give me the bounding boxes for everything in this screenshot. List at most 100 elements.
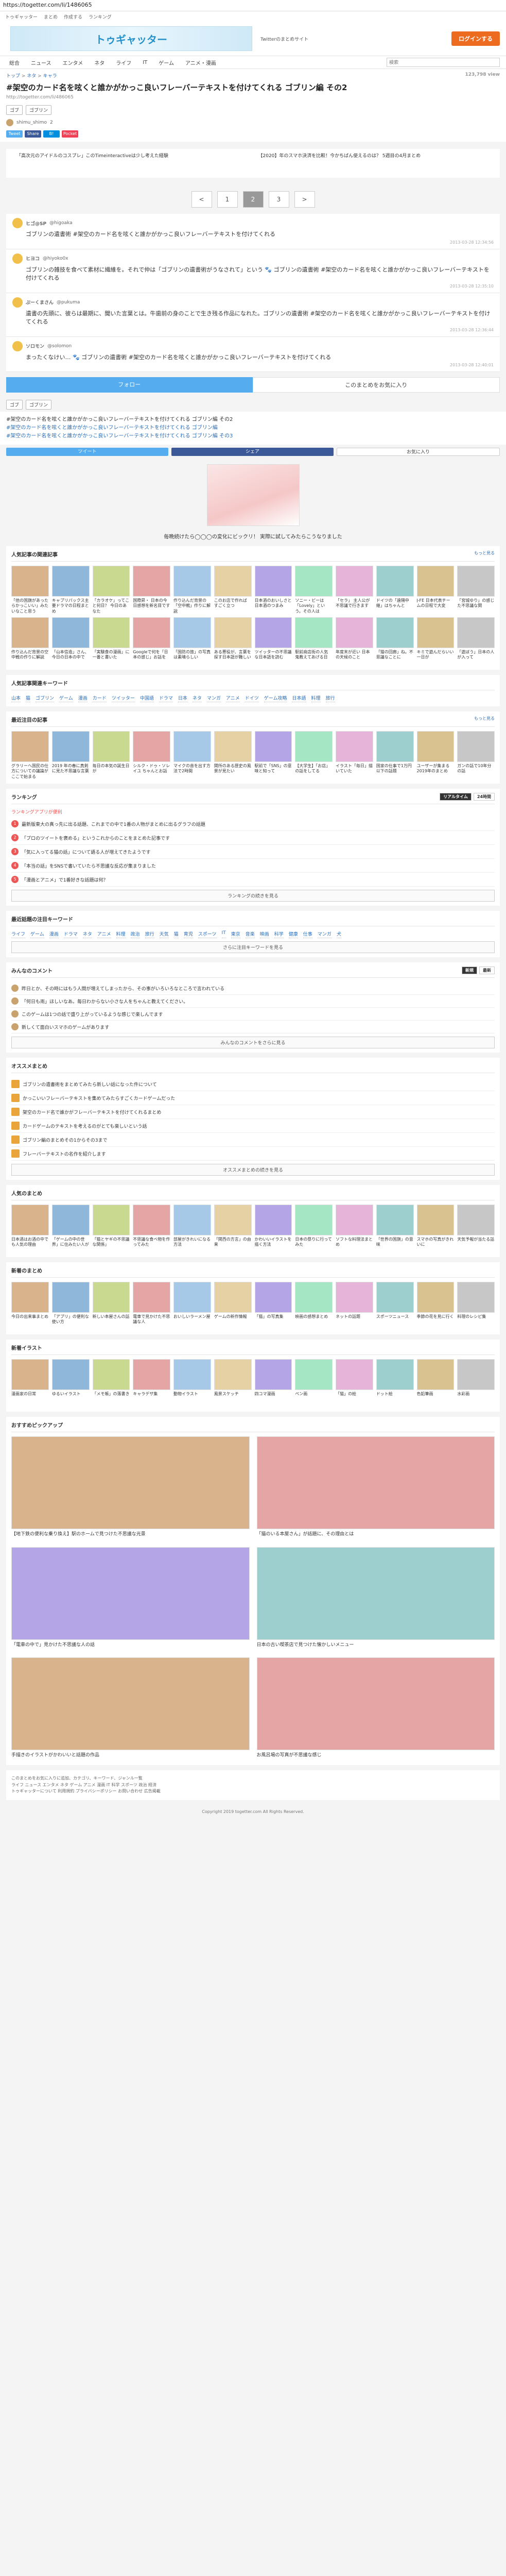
article-thumbnail[interactable] xyxy=(295,1359,333,1390)
article-thumbnail[interactable] xyxy=(457,1282,495,1313)
article-card[interactable]: 「世界の国旗」の意味 xyxy=(376,1205,414,1253)
keyword-link[interactable]: 旅行 xyxy=(145,930,154,938)
ranking-title[interactable]: 最新版東大の真っ先に出る話題、これまでの中で1番の人物がまとめに出るグラフの話題 xyxy=(22,821,205,827)
article-caption[interactable]: 今日の出来事まとめ xyxy=(11,1313,49,1330)
tweet-time[interactable]: 2013-03-28 12:34:56 xyxy=(12,240,494,245)
article-thumbnail[interactable] xyxy=(376,566,414,597)
article-card[interactable]: 電車で見かけた不思議な人 xyxy=(133,1282,170,1330)
article-caption[interactable]: キャプリパックス主要ドラマの日程まとめ xyxy=(52,597,90,614)
avatar[interactable] xyxy=(11,985,19,992)
article-caption[interactable]: 動物イラスト xyxy=(173,1390,211,1408)
article-caption[interactable]: ツイッターの不思議な日本語を読む xyxy=(255,648,292,666)
share-button[interactable]: Tweet xyxy=(6,130,23,138)
article-card[interactable]: 作り込んだ背景の空中戦の作りに解説 xyxy=(11,617,49,666)
article-thumbnail[interactable] xyxy=(92,617,130,648)
article-card[interactable]: おいしいラーメン屋 xyxy=(173,1282,211,1330)
article-caption[interactable]: ある悪役が、言葉を探す日本語が難しい xyxy=(214,648,252,666)
keyword-link[interactable]: カード xyxy=(92,694,107,702)
article-caption[interactable]: 四コマ漫画 xyxy=(255,1390,292,1408)
keyword-link[interactable]: 猫 xyxy=(173,930,179,938)
recommend-title[interactable]: かっこいいフレーバーテキストを集めてみたらすごくカードゲームだった xyxy=(23,1095,175,1101)
article-caption[interactable]: スポーツニュース xyxy=(376,1313,414,1330)
article-card[interactable]: 駅前で「SNS」の意味と知って xyxy=(254,731,292,779)
follow-button[interactable]: フォロー xyxy=(6,377,253,393)
tag[interactable]: ゴブ xyxy=(6,105,23,115)
recommend-item[interactable]: カードゲームのテキストを考えるのがとても楽しいという話 xyxy=(11,1119,495,1133)
article-card[interactable]: ソニー・ビーは「Lovely」という。その人は xyxy=(295,566,333,614)
article-card[interactable]: 作り込んだ背景の「空中戦」作りに解説 xyxy=(173,566,211,614)
article-caption[interactable]: 「メモ帳」の落書き xyxy=(93,1390,130,1408)
article-caption[interactable]: 国際昇・ 日本の今日感想を新名目です xyxy=(133,597,170,614)
tweet-user[interactable]: ヒゴ@SP xyxy=(26,220,46,227)
article-caption[interactable]: 国家の仕事で1万円以下の話題 xyxy=(376,762,414,779)
article-card[interactable]: 毎日の本気の誕生日が xyxy=(92,731,130,779)
article-caption[interactable]: 「遊ぼう」日本の人が入って xyxy=(457,648,495,666)
article-caption[interactable]: 色鉛筆画 xyxy=(417,1390,455,1408)
article-caption[interactable]: このお店で作れば すごく立つ xyxy=(214,597,252,614)
article-card[interactable]: イラスト「毎日」描いていた xyxy=(336,731,373,779)
article-caption[interactable]: 料理のレシピ集 xyxy=(457,1313,495,1330)
keyword-link[interactable]: ゲーム xyxy=(30,930,44,938)
footer-line[interactable]: トゥギャッターについて 利用規約 プライバシーポリシー お問い合わせ 広告掲載 xyxy=(11,1788,495,1795)
page-prev-button[interactable]: < xyxy=(191,191,212,208)
article-thumbnail[interactable] xyxy=(254,731,292,762)
article-thumbnail[interactable] xyxy=(457,1205,495,1235)
article-card[interactable]: ネットの話題 xyxy=(336,1282,373,1330)
comments-more-button[interactable]: みんなのコメントをさらに見る xyxy=(11,1037,495,1048)
article-card[interactable]: ペン画 xyxy=(295,1359,333,1408)
article-thumbnail[interactable] xyxy=(173,1205,211,1235)
article-caption[interactable]: キャラデザ集 xyxy=(133,1390,170,1408)
page-next-button[interactable]: > xyxy=(294,191,315,208)
recommend-title[interactable]: ゴブリンの遺書術をまとめてみたら新しい話になった件について xyxy=(23,1081,157,1088)
article-card[interactable]: 「カラオケ」ってこと何日？ 今日のあなた xyxy=(92,566,130,614)
article-thumbnail[interactable] xyxy=(376,1282,414,1313)
article-thumbnail[interactable] xyxy=(133,731,170,762)
article-thumbnail[interactable] xyxy=(254,1282,292,1313)
keyword-link[interactable]: IT xyxy=(221,930,226,938)
article-caption[interactable]: 作り込んだ背景の「空中戦」作りに解説 xyxy=(173,597,211,614)
article-thumbnail[interactable] xyxy=(214,731,252,762)
feature-card[interactable]: 手描きのイラストがかわいいと話題の作品 xyxy=(11,1657,250,1761)
keyword-link[interactable]: 犬 xyxy=(336,930,341,938)
keyword-more-button[interactable]: さらに注目キーワードを見る xyxy=(11,941,495,953)
article-card[interactable]: 漫画家の日常 xyxy=(11,1359,49,1408)
avatar[interactable] xyxy=(11,1023,19,1030)
article-card[interactable]: 日本酒はお酒の中でも人気の理由 xyxy=(11,1205,49,1253)
article-card[interactable]: キャプリパックス主要ドラマの日程まとめ xyxy=(51,566,90,614)
nav-item[interactable]: エンタメ xyxy=(60,58,86,67)
recommend-item[interactable]: ゴブリンの遺書術をまとめてみたら新しい話になった件について xyxy=(11,1077,495,1091)
page-url[interactable]: http://togetter.com/li/486065 xyxy=(0,94,506,103)
article-card[interactable]: かわいいイラストを描く方法 xyxy=(254,1205,292,1253)
breadcrumb-item[interactable]: ネタ xyxy=(27,74,36,79)
footer-line[interactable]: このまとめをお気に入りに追加、カテゴリ、キーワード、ジャンル一覧 xyxy=(11,1775,495,1782)
feature-caption[interactable]: 「猫のいる本屋さん」が話題に、その理由とは xyxy=(257,1529,495,1540)
keyword-link[interactable]: 漫画 xyxy=(78,694,88,702)
comment-item[interactable]: 「何日も雨」ほしいなあ。毎日わからない小さな人をちゃんと教えてください。 xyxy=(11,995,495,1008)
feature-caption[interactable]: お風呂場の写真が不思議な感じ xyxy=(257,1750,495,1761)
article-thumbnail[interactable] xyxy=(416,731,455,762)
keyword-link[interactable]: スポーツ xyxy=(198,930,217,938)
tweet-handle[interactable]: @higoaka xyxy=(49,221,73,226)
article-caption[interactable]: ユーザーが集まる2019年のまとめ xyxy=(417,762,455,779)
article-caption[interactable]: 「山本信造」さん、今日の日本の中で xyxy=(52,648,90,666)
keyword-link[interactable]: ネタ xyxy=(82,930,92,938)
article-card[interactable]: スマホの写真がきれいに xyxy=(416,1205,455,1253)
ranking-sub[interactable]: ランキングアプリが便利 xyxy=(11,808,495,817)
article-thumbnail[interactable] xyxy=(457,617,495,648)
favorite-share-button[interactable]: お気に入り xyxy=(337,448,500,456)
feature-image[interactable] xyxy=(11,1547,250,1640)
article-thumbnail[interactable] xyxy=(416,1282,455,1313)
keyword-link[interactable]: 仕事 xyxy=(303,930,312,938)
article-caption[interactable]: ゲームの新作情報 xyxy=(214,1313,252,1330)
keyword-link[interactable]: 日本語 xyxy=(292,694,306,702)
feature-caption[interactable]: 手描きのイラストがかわいいと話題の作品 xyxy=(11,1750,250,1761)
login-button[interactable]: ログインする xyxy=(451,31,500,46)
tab-24h[interactable]: 24時間 xyxy=(473,793,495,801)
article-card[interactable]: Googleで何を「日本の感じ」お話を xyxy=(133,617,170,666)
keyword-link[interactable]: 政治 xyxy=(130,930,140,938)
article-thumbnail[interactable] xyxy=(133,1282,170,1313)
article-caption[interactable]: 「世界の国旗」の意味 xyxy=(376,1235,414,1253)
article-card[interactable]: 国家の仕事で1万円以下の話題 xyxy=(376,731,414,779)
tab-latest[interactable]: 最新 xyxy=(479,967,495,974)
article-card[interactable]: 映画の感想まとめ xyxy=(295,1282,333,1330)
